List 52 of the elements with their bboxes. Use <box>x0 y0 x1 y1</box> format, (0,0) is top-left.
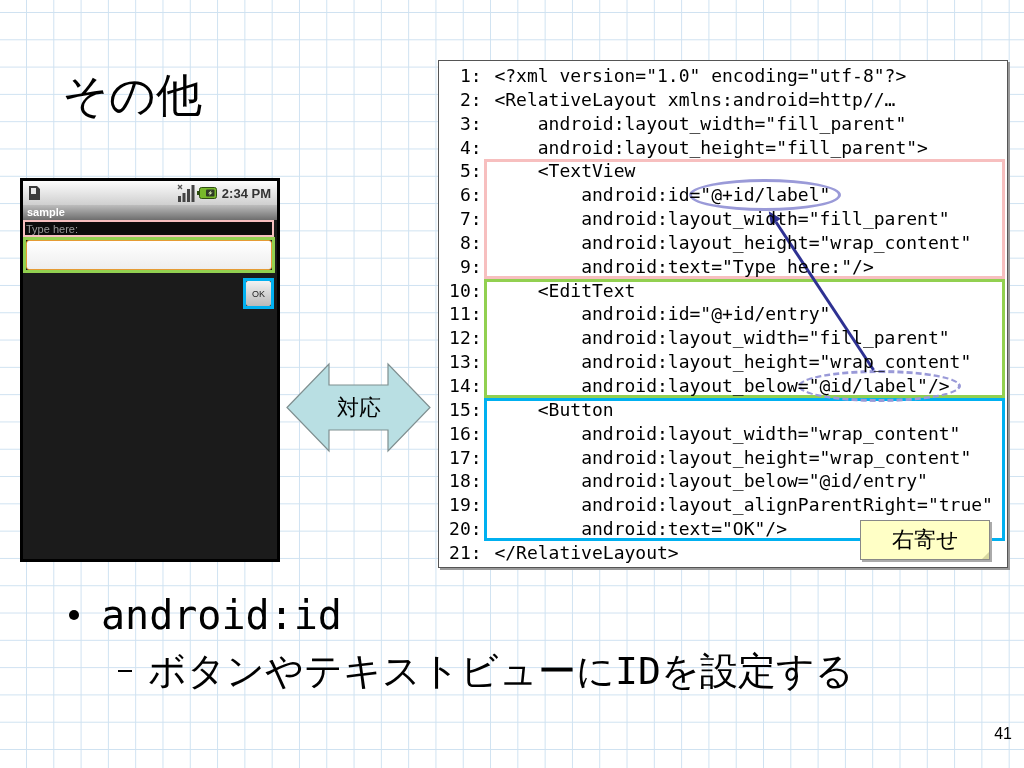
dash-icon <box>118 670 132 672</box>
code-line: android:layout_height="wrap_content" <box>581 445 972 470</box>
line-number: 11: <box>449 302 482 327</box>
battery-icon <box>196 187 217 199</box>
slide-title: その他 <box>62 68 203 123</box>
line-number: 16: <box>449 421 482 446</box>
code-line: android:layout_below="@id/entry" <box>581 469 928 494</box>
label-text: Type here: <box>25 222 78 235</box>
code-line: android:text="OK"/> <box>581 517 788 541</box>
line-number: 7: <box>459 207 482 231</box>
line-number: 5: <box>459 159 482 184</box>
line-number: 14: <box>449 373 482 398</box>
code-line: android:layout_width="fill_parent" <box>537 111 907 136</box>
app-title: sample <box>27 206 65 219</box>
code-line: <TextView <box>537 159 636 184</box>
line-number: 18: <box>449 469 482 494</box>
status-time: 2:34 PM <box>221 185 271 201</box>
code-line: <?xml version="1.0" encoding="utf-8"?> <box>494 64 907 88</box>
line-number: 8: <box>459 230 482 255</box>
line-number: 1: <box>459 64 482 88</box>
page-number: 41 <box>994 725 1012 743</box>
line-number: 10: <box>449 278 482 303</box>
code-line: android:layout_width="wrap_content" <box>581 421 961 446</box>
line-number: 4: <box>459 135 482 160</box>
code-line: </RelativeLayout> <box>494 540 679 565</box>
callout-note: 右寄せ <box>860 520 990 560</box>
code-line: android:layout_height="fill_parent"> <box>537 135 928 160</box>
bullet-text: android:id <box>101 591 342 639</box>
sub-bullet-text: ボタンやテキストビューにIDを設定する <box>148 648 854 694</box>
code-line: <Button <box>537 397 614 422</box>
line-number: 20: <box>449 517 482 541</box>
sim-card-icon <box>28 185 41 201</box>
code-line: <RelativeLayout xmlns:android=http//… <box>494 87 896 112</box>
line-number: 21: <box>449 540 482 565</box>
code-line: android:id="@+id/entry" <box>581 302 831 327</box>
arrow-label: 対応 <box>336 394 381 421</box>
ok-button[interactable]: OK <box>246 281 271 306</box>
line-number: 6: <box>459 183 482 208</box>
line-number: 13: <box>449 350 482 374</box>
line-number: 2: <box>459 87 482 112</box>
line-number: 12: <box>449 326 482 351</box>
code-line: android:layout_below="@id/label"/> <box>581 373 950 398</box>
code-line: <EditText <box>537 278 636 303</box>
line-number: 15: <box>449 397 482 422</box>
line-number: 9: <box>459 254 482 279</box>
code-line: android:layout_alignParentRight="true" <box>581 493 993 518</box>
line-number: 19: <box>449 493 482 518</box>
bullet-icon <box>69 610 79 620</box>
line-number: 3: <box>459 111 482 136</box>
signal-icon <box>176 184 195 202</box>
line-number: 17: <box>449 445 482 470</box>
code-line: android:id="@+id/label" <box>581 183 831 208</box>
